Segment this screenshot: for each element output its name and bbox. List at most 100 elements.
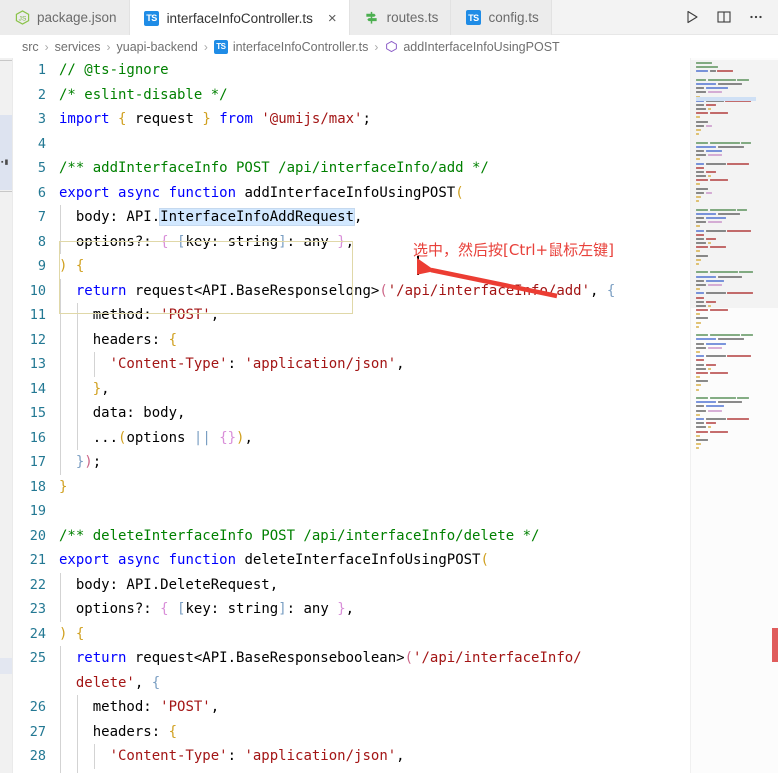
code-line[interactable]: 21 export async function deleteInterfaceI… xyxy=(13,548,690,573)
minimap-line xyxy=(696,434,772,438)
minimap[interactable] xyxy=(690,58,778,773)
code-line[interactable]: 20 /** deleteInterfaceInfo POST /api/inte… xyxy=(13,524,690,549)
minimap-line xyxy=(696,116,772,119)
code-line[interactable]: 10 return request<API.BaseResponselong>(… xyxy=(13,279,690,304)
tab-routes-ts[interactable]: routes.ts xyxy=(349,0,452,35)
code-line[interactable]: 17 }); xyxy=(13,450,690,475)
minimap-line xyxy=(696,304,772,308)
code-line[interactable]: 25 return request<API.BaseResponseboolea… xyxy=(13,646,690,671)
code-line[interactable]: 4 xyxy=(13,132,690,157)
minimap-line xyxy=(696,367,772,371)
typescript-icon: TS xyxy=(465,10,481,26)
line-content: /* eslint-disable */ xyxy=(59,86,228,103)
minimap-line xyxy=(696,237,772,241)
code-line[interactable]: 13 'Content-Type': 'application/json', xyxy=(13,352,690,377)
svg-text:JS: JS xyxy=(18,15,26,22)
tab-label: interfaceInfoController.ts xyxy=(166,10,313,26)
code-line[interactable]: 26 method: 'POST', xyxy=(13,695,690,720)
minimap-line xyxy=(696,397,772,400)
minimap-line xyxy=(696,149,772,153)
minimap-line xyxy=(696,267,772,270)
tab-interfaceinfocontroller-ts[interactable]: TS interfaceInfoController.ts × xyxy=(129,0,350,35)
line-content: ) { xyxy=(59,625,85,642)
editor-tab-bar: JS package.json TS interfaceInfoControll… xyxy=(0,0,778,35)
line-content: delete', { xyxy=(75,674,161,691)
minimap-line xyxy=(696,371,772,375)
code-line[interactable]: 2 /* eslint-disable */ xyxy=(13,83,690,108)
minimap-line xyxy=(696,212,772,216)
code-line[interactable]: 23 options?: { [key: string]: any }, xyxy=(13,597,690,622)
line-content: data: body, xyxy=(59,405,186,421)
line-number: 26 xyxy=(29,699,46,715)
code-line[interactable]: 22 body: API.DeleteRequest, xyxy=(13,573,690,598)
line-content: }, xyxy=(92,380,110,397)
breadcrumb-separator-icon: › xyxy=(106,39,111,54)
minimap-line xyxy=(696,87,772,90)
overview-ruler-left[interactable]: ▪▮ xyxy=(0,58,13,773)
minimap-line xyxy=(696,141,772,145)
line-content: return request<API.BaseResponselong>('/a… xyxy=(75,282,616,299)
code-line[interactable]: 9 ) { xyxy=(13,254,690,279)
minimap-line xyxy=(696,359,772,362)
minimap-line xyxy=(696,271,772,274)
minimap-line xyxy=(696,158,772,161)
breadcrumb-separator-icon: › xyxy=(44,39,49,54)
line-content: /** addInterfaceInfo POST /api/interface… xyxy=(59,160,489,176)
code-line[interactable]: 29 }, xyxy=(13,769,690,773)
ellipsis-icon[interactable] xyxy=(748,9,764,25)
minimap-line xyxy=(696,388,772,392)
code-line[interactable]: 15 data: body, xyxy=(13,401,690,426)
play-triangle-icon[interactable] xyxy=(684,9,700,25)
breadcrumb-item-symbol[interactable]: addInterfaceInfoUsingPOST xyxy=(403,40,559,54)
line-content: } xyxy=(59,478,68,495)
code-content[interactable]: 1 // @ts-ignore 2 /* eslint-disable */ 3 impo… xyxy=(13,58,690,773)
code-line[interactable]: 6 export async function addInterfaceInfoU… xyxy=(13,181,690,206)
minimap-line xyxy=(696,355,772,358)
code-line[interactable]: 28 'Content-Type': 'application/json', xyxy=(13,744,690,769)
split-editor-icon[interactable] xyxy=(716,9,732,25)
code-line[interactable]: 16 ...(options || {}), xyxy=(13,426,690,451)
minimap-line xyxy=(696,393,772,396)
tab-close-icon[interactable]: × xyxy=(328,11,337,26)
code-line[interactable]: 5 /** addInterfaceInfo POST /api/interfac… xyxy=(13,156,690,181)
minimap-line xyxy=(696,162,772,166)
code-line[interactable]: 12 headers: { xyxy=(13,328,690,353)
line-number: 3 xyxy=(37,111,46,127)
line-number: 10 xyxy=(29,282,46,299)
breadcrumb-item-file[interactable]: interfaceInfoController.ts xyxy=(233,40,369,54)
minimap-line xyxy=(696,66,772,69)
line-number: 16 xyxy=(29,429,46,446)
code-line[interactable]: 27 headers: { xyxy=(13,720,690,745)
code-line[interactable]: 24) { xyxy=(13,622,690,647)
line-number: 9 xyxy=(37,258,46,274)
minimap-line xyxy=(696,292,772,295)
breadcrumb-item-services[interactable]: services xyxy=(55,40,101,54)
tab-config-ts[interactable]: TS config.ts xyxy=(451,0,552,35)
line-number: 12 xyxy=(29,331,46,348)
selected-text[interactable]: InterfaceInfoAddRequest xyxy=(159,208,356,226)
line-content: ) { xyxy=(59,258,85,274)
code-line[interactable]: 1 // @ts-ignore xyxy=(13,58,690,83)
breadcrumb-item-src[interactable]: src xyxy=(22,40,39,54)
code-line[interactable]: delete', { xyxy=(13,671,690,696)
tab-package-json[interactable]: JS package.json xyxy=(0,0,130,35)
code-line[interactable]: 8 options?: { [key: string]: any }, xyxy=(13,230,690,255)
minimap-line xyxy=(696,191,772,195)
line-number: 28 xyxy=(29,748,46,764)
code-line[interactable]: 19 xyxy=(13,499,690,524)
line-content: method: 'POST', xyxy=(59,699,220,715)
line-number: 29 xyxy=(13,769,59,773)
line-number: 23 xyxy=(29,601,46,617)
minimap-line xyxy=(696,242,772,245)
breadcrumb-item-yuapi-backend[interactable]: yuapi-backend xyxy=(117,40,198,54)
code-line[interactable]: 11 method: 'POST', xyxy=(13,303,690,328)
minimap-line xyxy=(696,338,772,341)
line-content: export async function deleteInterfaceInf… xyxy=(59,552,489,568)
code-line[interactable]: 3 import { request } from '@umijs/max'; xyxy=(13,107,690,132)
minimap-line xyxy=(696,133,772,136)
minimap-line xyxy=(696,70,772,73)
code-line[interactable]: 18} xyxy=(13,475,690,500)
code-line[interactable]: 7 body: API.InterfaceInfoAddRequest, xyxy=(13,205,690,230)
code-line[interactable]: 14 }, xyxy=(13,377,690,402)
minimap-line xyxy=(696,417,772,421)
